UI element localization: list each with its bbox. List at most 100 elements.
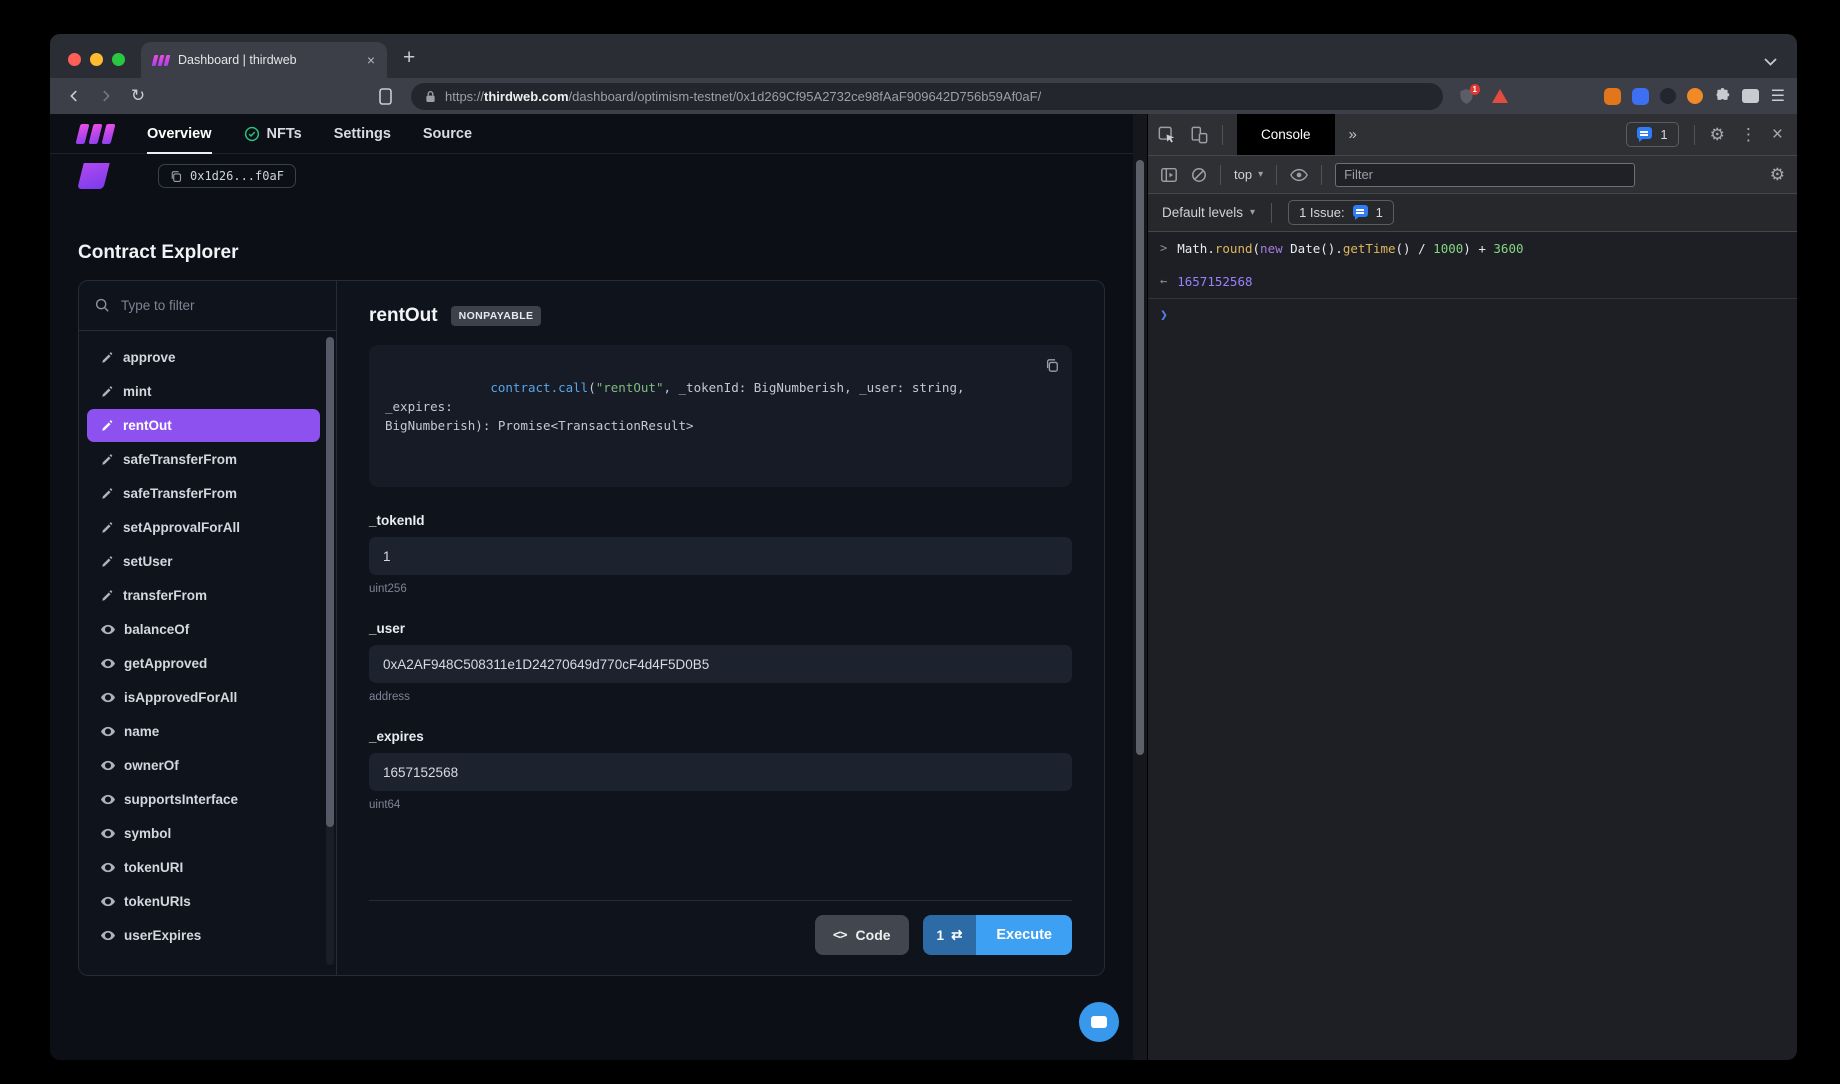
more-tabs-icon[interactable]: »	[1349, 126, 1357, 143]
function-item-getApproved[interactable]: getApproved	[87, 647, 320, 680]
thirdweb-logo-icon[interactable]	[78, 124, 115, 144]
function-label: transferFrom	[123, 588, 207, 603]
contract-address-badge[interactable]: 0x1d26...f0aF	[158, 164, 296, 188]
function-filter-input[interactable]	[121, 298, 271, 313]
function-item-userExpires[interactable]: userExpires	[87, 919, 320, 952]
dark-extension-icon[interactable]	[1660, 88, 1676, 104]
tx-count-button[interactable]: 1 ⇄	[923, 915, 977, 955]
puzzle-extension-icon[interactable]	[1714, 88, 1731, 105]
function-item-safeTransferFrom[interactable]: safeTransferFrom	[87, 477, 320, 510]
browser-window: Dashboard | thirdweb × + ↻ https://third…	[50, 34, 1797, 1060]
console-filter-input[interactable]	[1344, 167, 1626, 182]
console-input-entry: > Math.round(new Date().getTime() / 1000…	[1148, 232, 1797, 265]
tab-search-chevron-icon[interactable]	[1764, 58, 1777, 66]
function-item-isApprovedForAll[interactable]: isApprovedForAll	[87, 681, 320, 714]
orange-extension-icon[interactable]	[1687, 88, 1703, 104]
console-messages-badge[interactable]: 1	[1626, 122, 1678, 147]
levels-caret-icon: ▾	[1250, 207, 1255, 218]
execute-button[interactable]: Execute	[976, 915, 1072, 955]
thirdweb-favicon-icon	[153, 55, 169, 66]
field-type-_tokenId: uint256	[369, 583, 1072, 595]
tab-close-icon[interactable]: ×	[367, 52, 375, 68]
field-type-_user: address	[369, 691, 1072, 703]
shield-extension-icon[interactable]: 1	[1459, 88, 1474, 105]
url-bar[interactable]: https://thirdweb.com/dashboard/optimism-…	[411, 83, 1443, 110]
nav-nfts[interactable]: NFTs	[244, 114, 302, 154]
function-item-setApprovalForAll[interactable]: setApprovalForAll	[87, 511, 320, 544]
pencil-icon	[101, 419, 114, 432]
page-scrollbar[interactable]	[1133, 114, 1147, 1060]
console-output[interactable]: > Math.round(new Date().getTime() / 1000…	[1148, 232, 1797, 1060]
function-item-approve[interactable]: approve	[87, 341, 320, 374]
devtools-tab-bar: Console » 1 ⚙ ⋮ ×	[1148, 114, 1797, 156]
tab-strip: Dashboard | thirdweb × +	[50, 34, 1797, 78]
function-item-name[interactable]: name	[87, 715, 320, 748]
eye-icon	[101, 692, 115, 703]
extensions-row	[1604, 88, 1759, 105]
function-item-supportsInterface[interactable]: supportsInterface	[87, 783, 320, 816]
back-button[interactable]	[62, 84, 86, 108]
context-selector[interactable]: top ▾	[1234, 167, 1263, 182]
function-fields: _tokenId1uint256_user0xA2AF948C508311e1D…	[369, 487, 1072, 811]
browser-tab[interactable]: Dashboard | thirdweb ×	[141, 42, 387, 78]
console-prompt[interactable]: ❯	[1148, 299, 1797, 332]
function-item-rentOut[interactable]: rentOut	[87, 409, 320, 442]
zoom-window-button[interactable]	[112, 53, 125, 66]
nav-source[interactable]: Source	[423, 114, 472, 154]
page-scrollbar-thumb[interactable]	[1136, 160, 1144, 755]
install-app-icon[interactable]	[373, 84, 397, 108]
function-list-scrollbar[interactable]	[326, 337, 334, 965]
eye-icon	[101, 828, 115, 839]
page-thirdweb-dashboard: Overview NFTs Settings Source 0x1d26...f…	[50, 114, 1133, 1060]
device-toolbar-icon[interactable]	[1190, 126, 1208, 144]
copy-signature-icon[interactable]	[1045, 358, 1059, 373]
console-settings-icon[interactable]: ⚙	[1770, 165, 1785, 185]
browser-toolbar: ↻ https://thirdweb.com/dashboard/optimis…	[50, 78, 1797, 114]
close-window-button[interactable]	[68, 53, 81, 66]
function-item-ownerOf[interactable]: ownerOf	[87, 749, 320, 782]
profile-card-icon[interactable]	[1742, 89, 1759, 103]
default-levels-dropdown[interactable]: Default levels ▾	[1162, 205, 1255, 220]
function-item-tokenURI[interactable]: tokenURI	[87, 851, 320, 884]
function-detail-panel: rentOut NONPAYABLE contract.call("rentOu…	[337, 281, 1104, 975]
eye-icon	[101, 760, 115, 771]
fox-extension-icon[interactable]	[1604, 88, 1621, 105]
function-item-mint[interactable]: mint	[87, 375, 320, 408]
reload-button[interactable]: ↻	[126, 84, 150, 108]
console-sidebar-icon[interactable]	[1160, 166, 1178, 184]
tab-console[interactable]: Console	[1237, 114, 1335, 155]
function-item-balanceOf[interactable]: balanceOf	[87, 613, 320, 646]
function-item-tokenURIs[interactable]: tokenURIs	[87, 885, 320, 918]
function-item-symbol[interactable]: symbol	[87, 817, 320, 850]
field-input-_user[interactable]: 0xA2AF948C508311e1D24270649d770cF4d4F5D0…	[369, 645, 1072, 683]
browser-menu-icon[interactable]: ☰	[1771, 86, 1785, 106]
inspect-element-icon[interactable]	[1158, 126, 1176, 144]
function-item-setUser[interactable]: setUser	[87, 545, 320, 578]
minimize-window-button[interactable]	[90, 53, 103, 66]
devtools-settings-icon[interactable]: ⚙	[1710, 125, 1725, 145]
tab-title: Dashboard | thirdweb	[178, 53, 358, 67]
warning-triangle-icon[interactable]	[1492, 89, 1508, 103]
console-filter-box[interactable]	[1335, 163, 1635, 187]
devtools-kebab-menu-icon[interactable]: ⋮	[1740, 125, 1757, 145]
console-toolbar: top ▾ ⚙	[1148, 156, 1797, 194]
issues-badge[interactable]: 1 Issue: 1	[1288, 200, 1394, 225]
clear-console-icon[interactable]	[1191, 167, 1207, 183]
pencil-icon	[101, 351, 114, 364]
function-label: rentOut	[123, 418, 172, 433]
chat-widget-button[interactable]	[1079, 1002, 1119, 1042]
blue-extension-icon[interactable]	[1632, 88, 1649, 105]
live-expression-eye-icon[interactable]	[1290, 168, 1308, 182]
function-label: symbol	[124, 826, 171, 841]
function-item-safeTransferFrom[interactable]: safeTransferFrom	[87, 443, 320, 476]
nav-settings[interactable]: Settings	[334, 114, 391, 154]
field-input-_expires[interactable]: 1657152568	[369, 753, 1072, 791]
devtools-close-icon[interactable]: ×	[1772, 124, 1783, 146]
field-input-_tokenId[interactable]: 1	[369, 537, 1072, 575]
forward-button[interactable]	[94, 84, 118, 108]
function-label: name	[124, 724, 159, 739]
nav-overview[interactable]: Overview	[147, 114, 212, 154]
new-tab-button[interactable]: +	[403, 46, 415, 70]
code-button[interactable]: <> Code	[815, 915, 909, 955]
function-item-transferFrom[interactable]: transferFrom	[87, 579, 320, 612]
